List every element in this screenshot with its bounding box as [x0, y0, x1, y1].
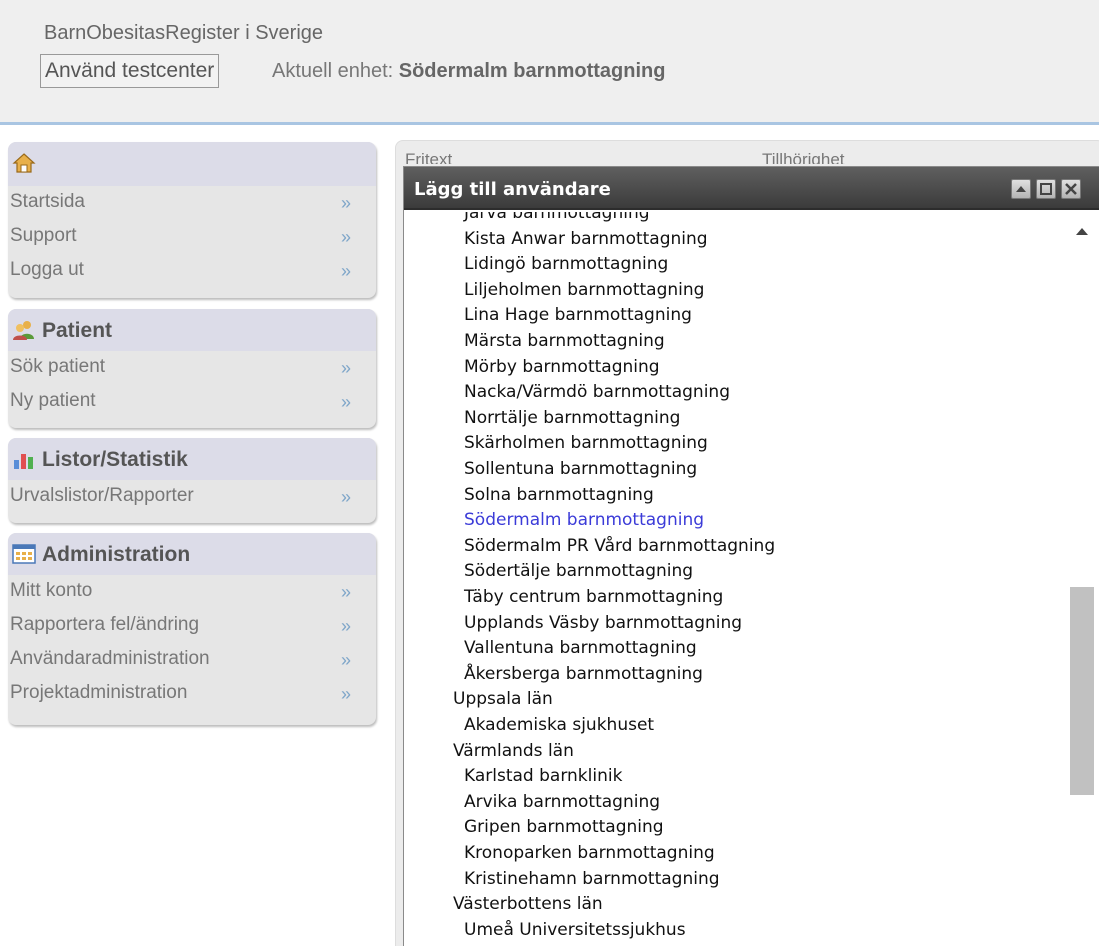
- current-unit-value: Södermalm barnmottagning: [398, 60, 666, 82]
- unit-list-item[interactable]: Järva barnmottagning: [464, 212, 650, 224]
- sidebar-item-user-admin[interactable]: Användaradministration »: [8, 643, 376, 677]
- unit-list-item[interactable]: Liljeholmen barnmottagning: [464, 279, 704, 301]
- add-user-dialog: Lägg till användare Järva barnmottagning…: [403, 166, 1099, 946]
- county-group-item[interactable]: Västerbottens län: [453, 893, 603, 915]
- double-chevron-icon: »: [341, 684, 352, 704]
- sidebar-panel-patient: Patient Sök patient » Ny patient »: [8, 309, 376, 428]
- collapse-icon[interactable]: [1011, 179, 1031, 199]
- unit-list-item[interactable]: Mörby barnmottagning: [464, 356, 660, 378]
- unit-list-item[interactable]: Märsta barnmottagning: [464, 330, 665, 352]
- double-chevron-icon: »: [341, 392, 352, 412]
- unit-list-item[interactable]: Kristinehamn barnmottagning: [464, 868, 720, 890]
- unit-list-item[interactable]: Kronoparken barnmottagning: [464, 842, 715, 864]
- unit-list-item[interactable]: Upplands Väsby barnmottagning: [464, 612, 742, 634]
- sidebar-item-label: Sök patient: [10, 356, 106, 377]
- close-icon[interactable]: [1061, 179, 1081, 199]
- panel-title: Administration: [42, 543, 191, 566]
- table-icon: [12, 544, 36, 564]
- affiliation-label: Tillhörighet: [762, 150, 845, 164]
- sidebar-item-label: Mitt konto: [10, 580, 93, 601]
- unit-list-item[interactable]: Täby centrum barnmottagning: [464, 586, 723, 608]
- unit-list-item[interactable]: Solna barnmottagning: [464, 484, 654, 506]
- panel-header-administration: Administration: [8, 533, 376, 575]
- sidebar-panel-home: Startsida » Support » Logga ut »: [8, 142, 376, 298]
- sidebar-item-label: Logga ut: [10, 259, 84, 280]
- unit-list-item[interactable]: Lina Hage barnmottagning: [464, 304, 692, 326]
- panel-title: Listor/Statistik: [42, 448, 188, 471]
- unit-list-item[interactable]: Umeå Universitetssjukhus: [464, 919, 686, 941]
- freetext-label: Fritext: [405, 150, 453, 164]
- double-chevron-icon: »: [341, 227, 352, 247]
- sidebar-item-label: Ny patient: [10, 390, 96, 411]
- double-chevron-icon: »: [341, 616, 352, 636]
- double-chevron-icon: »: [341, 487, 352, 507]
- sidebar-item-startsida[interactable]: Startsida »: [8, 186, 376, 220]
- unit-list-item[interactable]: Nacka/Värmdö barnmottagning: [464, 381, 730, 403]
- unit-list-item[interactable]: Karlstad barnklinik: [464, 765, 622, 787]
- sidebar-item-my-account[interactable]: Mitt konto »: [8, 575, 376, 609]
- sidebar-item-label: Startsida: [10, 191, 85, 212]
- bar-chart-icon: [14, 454, 33, 469]
- sidebar-item-support[interactable]: Support »: [8, 220, 376, 254]
- unit-list-item[interactable]: Akademiska sjukhuset: [464, 714, 654, 736]
- sidebar-item-new-patient[interactable]: Ny patient »: [8, 385, 376, 419]
- maximize-icon[interactable]: [1036, 179, 1056, 199]
- sidebar-item-label: Urvalslistor/Rapporter: [10, 485, 194, 506]
- sidebar-item-reports[interactable]: Urvalslistor/Rapporter »: [8, 480, 376, 514]
- site-title: BarnObesitasRegister i Sverige: [44, 22, 324, 44]
- double-chevron-icon: »: [341, 582, 352, 602]
- dialog-titlebar[interactable]: Lägg till användare: [404, 167, 1099, 210]
- unit-list-item[interactable]: Södermalm PR Vård barnmottagning: [464, 535, 775, 557]
- double-chevron-icon: »: [341, 193, 352, 213]
- app-header: BarnObesitasRegister i Sverige Använd te…: [0, 0, 1099, 122]
- sidebar-item-label: Support: [10, 225, 77, 246]
- vertical-scrollbar[interactable]: [1066, 212, 1099, 946]
- unit-list-item[interactable]: Norrtälje barnmottagning: [464, 407, 680, 429]
- unit-list[interactable]: Järva barnmottagning Kista Anwar barnmott…: [404, 212, 1066, 946]
- header-divider: [0, 122, 1099, 125]
- double-chevron-icon: »: [341, 650, 352, 670]
- dialog-title: Lägg till användare: [414, 179, 611, 200]
- sidebar-panel-statistics: Listor/Statistik Urvalslistor/Rapporter …: [8, 438, 376, 523]
- panel-header-statistics: Listor/Statistik: [8, 438, 376, 480]
- double-chevron-icon: »: [341, 358, 352, 378]
- sidebar-item-label: Användaradministration: [10, 648, 210, 669]
- unit-list-item[interactable]: Sollentuna barnmottagning: [464, 458, 697, 480]
- panel-header-patient: Patient: [8, 309, 376, 351]
- scroll-thumb[interactable]: [1070, 587, 1094, 795]
- users-icon: [13, 321, 34, 340]
- county-group-item[interactable]: Värmlands län: [453, 740, 574, 762]
- current-unit-label: Aktuell enhet:: [272, 60, 399, 82]
- county-group-item[interactable]: Uppsala län: [453, 688, 553, 710]
- unit-list-item[interactable]: Vallentuna barnmottagning: [464, 637, 697, 659]
- use-testcenter-button[interactable]: Använd testcenter: [40, 54, 220, 88]
- unit-list-item[interactable]: Åkersberga barnmottagning: [464, 663, 703, 685]
- sidebar-item-label: Rapportera fel/ändring: [10, 614, 200, 635]
- unit-list-item[interactable]: Skärholmen barnmottagning: [464, 432, 708, 454]
- current-unit: Aktuell enhet: Södermalm barnmottagning: [272, 60, 665, 83]
- panel-title: Patient: [42, 319, 113, 342]
- home-icon[interactable]: [12, 152, 36, 174]
- panel-header-home: [8, 142, 376, 186]
- unit-list-item[interactable]: Södermalm barnmottagning: [464, 509, 704, 531]
- sidebar-item-project-admin[interactable]: Projektadministration »: [8, 677, 376, 711]
- sidebar-item-logout[interactable]: Logga ut »: [8, 254, 376, 288]
- unit-list-item[interactable]: Lidingö barnmottagning: [464, 253, 668, 275]
- unit-list-item[interactable]: Arvika barnmottagning: [464, 791, 660, 813]
- sidebar-item-search-patient[interactable]: Sök patient »: [8, 351, 376, 385]
- scroll-up-arrow-icon[interactable]: [1076, 228, 1088, 235]
- double-chevron-icon: »: [341, 261, 352, 281]
- unit-list-item[interactable]: Gripen barnmottagning: [464, 816, 664, 838]
- sidebar-item-report-error[interactable]: Rapportera fel/ändring »: [8, 609, 376, 643]
- sidebar-item-label: Projektadministration: [10, 682, 188, 703]
- sidebar-panel-administration: Administration Mitt konto » Rapportera f…: [8, 533, 376, 725]
- unit-list-item[interactable]: Kista Anwar barnmottagning: [464, 228, 708, 250]
- unit-list-item[interactable]: Södertälje barnmottagning: [464, 560, 693, 582]
